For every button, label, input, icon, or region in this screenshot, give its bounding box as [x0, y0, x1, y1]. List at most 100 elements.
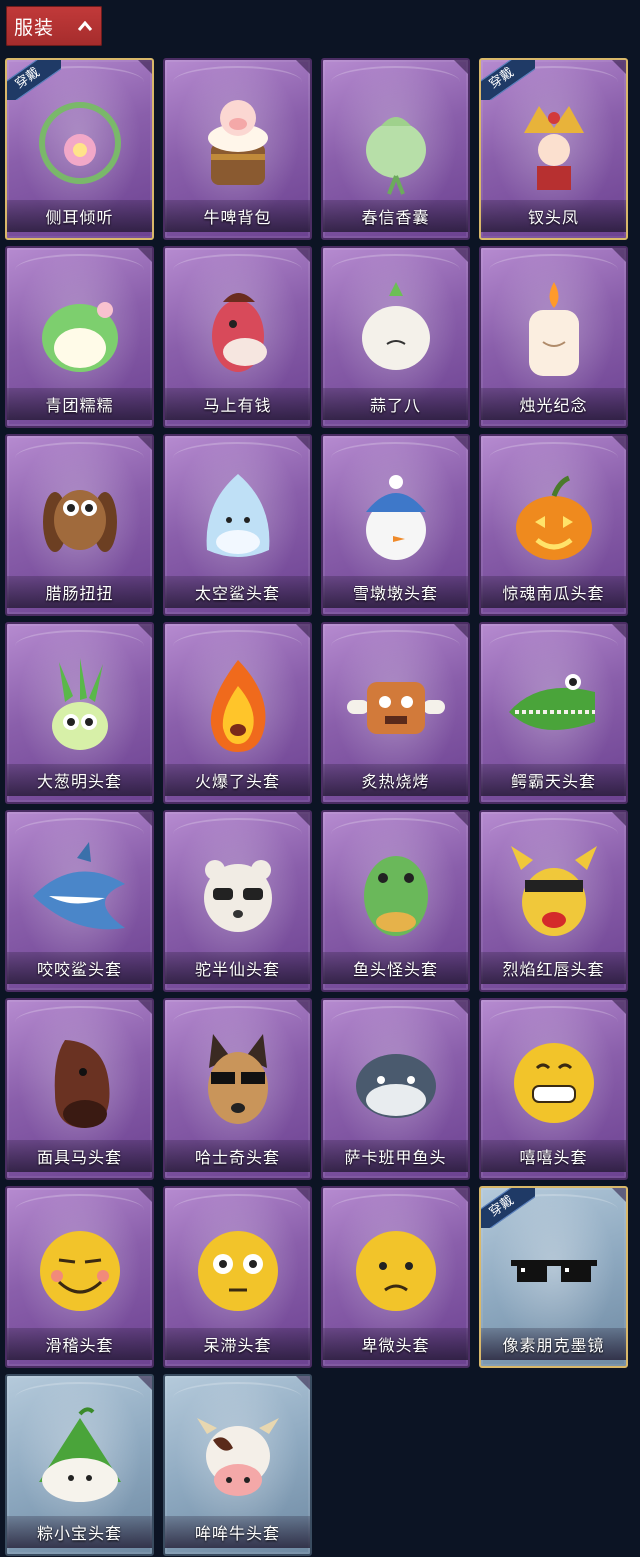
shark-icon	[20, 830, 140, 960]
card-corner	[138, 624, 152, 638]
costume-name: 面具马头套	[7, 1140, 152, 1172]
costume-name: 钗头凤	[481, 200, 626, 232]
costume-card[interactable]: 太空鲨头套	[163, 434, 312, 616]
costume-name: 腊肠扭扭	[7, 576, 152, 608]
pumpkin-icon	[494, 454, 614, 584]
card-corner	[454, 624, 468, 638]
card-corner	[612, 624, 626, 638]
costume-card[interactable]: 粽小宝头套	[5, 1374, 154, 1556]
costume-card[interactable]: 侧耳倾听 穿戴	[5, 58, 154, 240]
costume-card[interactable]: 牛啤背包	[163, 58, 312, 240]
zongzi-icon	[20, 1394, 140, 1524]
card-corner	[296, 1376, 310, 1390]
crocodile-icon	[494, 642, 614, 772]
costume-name: 牛啤背包	[165, 200, 310, 232]
costume-name: 大葱明头套	[7, 764, 152, 796]
costume-card[interactable]: 炙热烧烤	[321, 622, 470, 804]
costume-card[interactable]: 马上有钱	[163, 246, 312, 428]
costume-name: 哈士奇头套	[165, 1140, 310, 1172]
costume-tab[interactable]: 服装	[6, 6, 102, 46]
costume-grid: 侧耳倾听 穿戴 牛啤背包 春信香囊 钗头凤 穿戴 青团糯糯 马上有钱 蒜了八 烛光纪念 腊肠扭扭 太空…	[5, 58, 628, 1556]
card-corner	[296, 436, 310, 450]
card-corner	[138, 60, 152, 74]
sachet-icon	[336, 78, 456, 208]
costume-card[interactable]: 惊魂南瓜头套	[479, 434, 628, 616]
costume-card[interactable]: 呆滞头套	[163, 1186, 312, 1368]
card-corner	[612, 436, 626, 450]
costume-card[interactable]: 咬咬鲨头套	[5, 810, 154, 992]
worn-badge-label: 穿戴	[481, 60, 535, 100]
pink-horse-icon	[178, 266, 298, 396]
costume-card[interactable]: 春信香囊	[321, 58, 470, 240]
costume-card[interactable]: 蒜了八	[321, 246, 470, 428]
costume-card[interactable]: 哞哞牛头套	[163, 1374, 312, 1556]
costume-card[interactable]: 嘻嘻头套	[479, 998, 628, 1180]
costume-name: 火爆了头套	[165, 764, 310, 796]
green-onion-icon	[20, 642, 140, 772]
costume-name: 哞哞牛头套	[165, 1516, 310, 1548]
costume-card[interactable]: 鳄霸天头套	[479, 622, 628, 804]
costume-name: 驼半仙头套	[165, 952, 310, 984]
card-corner	[138, 1000, 152, 1014]
husky-icon	[178, 1018, 298, 1148]
card-corner	[296, 248, 310, 262]
card-corner	[296, 60, 310, 74]
green-rice-ball-icon	[20, 266, 140, 396]
beer-barrel-cow-icon	[178, 78, 298, 208]
costume-card[interactable]: 烈焰红唇头套	[479, 810, 628, 992]
costume-card[interactable]: 像素朋克墨镜 穿戴	[479, 1186, 628, 1368]
snowman-icon	[336, 454, 456, 584]
costume-name: 呆滞头套	[165, 1328, 310, 1360]
costume-name: 咬咬鲨头套	[7, 952, 152, 984]
card-corner	[138, 1376, 152, 1390]
costume-card[interactable]: 驼半仙头套	[163, 810, 312, 992]
card-corner	[138, 436, 152, 450]
card-corner	[138, 1188, 152, 1202]
card-corner	[454, 812, 468, 826]
costume-name: 春信香囊	[323, 200, 468, 232]
card-corner	[454, 248, 468, 262]
costume-card[interactable]: 火爆了头套	[163, 622, 312, 804]
card-corner	[454, 436, 468, 450]
dog-head-icon	[20, 454, 140, 584]
card-corner	[454, 1188, 468, 1202]
card-corner	[296, 1188, 310, 1202]
costume-card[interactable]: 烛光纪念	[479, 246, 628, 428]
costume-card[interactable]: 滑稽头套	[5, 1186, 154, 1368]
costume-card[interactable]: 腊肠扭扭	[5, 434, 154, 616]
candle-icon	[494, 266, 614, 396]
humble-emoji-icon	[336, 1206, 456, 1336]
costume-name: 萨卡班甲鱼头	[323, 1140, 468, 1172]
card-corner	[612, 1188, 626, 1202]
card-corner	[296, 1000, 310, 1014]
costume-name: 像素朋克墨镜	[481, 1328, 626, 1360]
costume-name: 嘻嘻头套	[481, 1140, 626, 1172]
costume-name: 烈焰红唇头套	[481, 952, 626, 984]
costume-name: 惊魂南瓜头套	[481, 576, 626, 608]
costume-card[interactable]: 面具马头套	[5, 998, 154, 1180]
worn-badge-label: 穿戴	[481, 1188, 535, 1228]
card-corner	[138, 248, 152, 262]
fire-icon	[178, 642, 298, 772]
horse-mask-icon	[20, 1018, 140, 1148]
costume-card[interactable]: 卑微头套	[321, 1186, 470, 1368]
costume-name: 烛光纪念	[481, 388, 626, 420]
costume-name: 炙热烧烤	[323, 764, 468, 796]
costume-card[interactable]: 萨卡班甲鱼头	[321, 998, 470, 1180]
costume-card[interactable]: 鱼头怪头套	[321, 810, 470, 992]
costume-name: 太空鲨头套	[165, 576, 310, 608]
fish-head-icon	[336, 830, 456, 960]
card-corner	[612, 812, 626, 826]
costume-card[interactable]: 雪墩墩头套	[321, 434, 470, 616]
space-shark-icon	[178, 454, 298, 584]
costume-name: 青团糯糯	[7, 388, 152, 420]
bear-sunglasses-icon	[178, 830, 298, 960]
card-corner	[296, 812, 310, 826]
card-corner	[612, 1000, 626, 1014]
costume-card[interactable]: 钗头凤 穿戴	[479, 58, 628, 240]
costume-card[interactable]: 青团糯糯	[5, 246, 154, 428]
costume-card[interactable]: 哈士奇头套	[163, 998, 312, 1180]
worn-badge: 穿戴	[481, 1188, 535, 1228]
yellow-creature-icon	[494, 830, 614, 960]
costume-card[interactable]: 大葱明头套	[5, 622, 154, 804]
